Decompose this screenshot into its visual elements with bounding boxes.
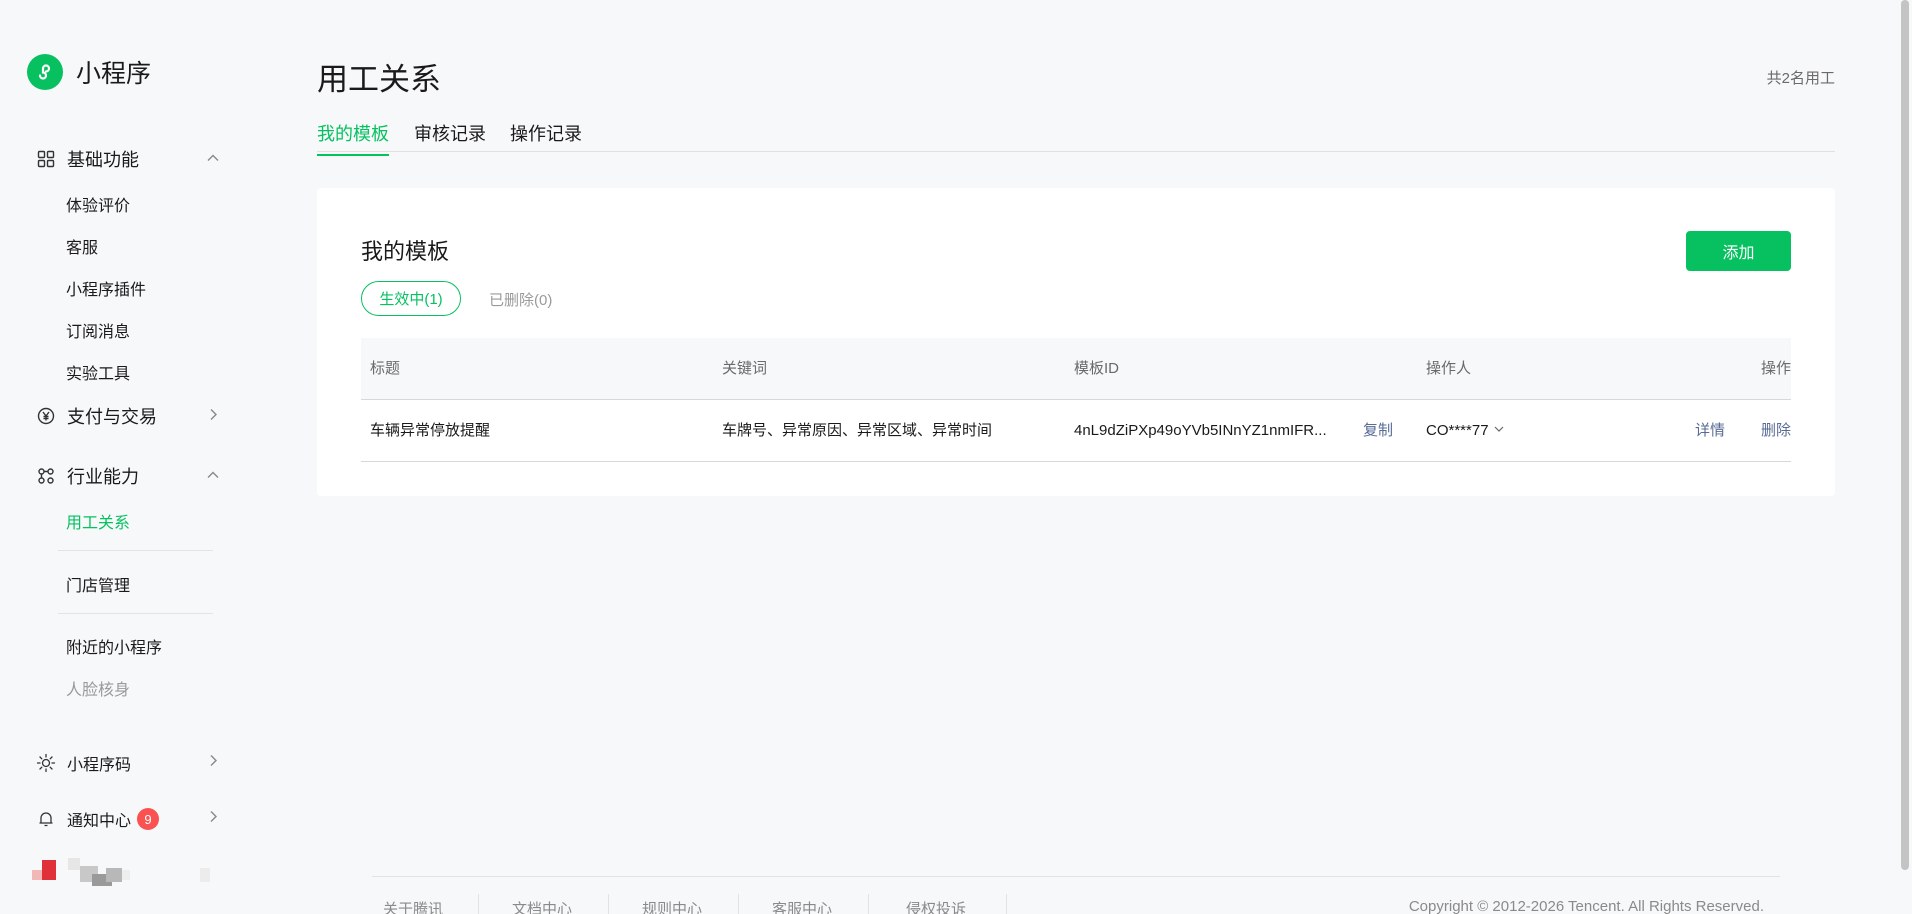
notification-badge: 9 [137,808,160,830]
sidebar-item-employment-relation[interactable]: 用工关系 [66,509,130,533]
sidebar-item-plugins[interactable]: 小程序插件 [66,276,146,300]
chevron-down-icon [1493,400,1505,462]
sidebar-item-store-management[interactable]: 门店管理 [66,572,130,596]
sidebar-item-experiment-tools[interactable]: 实验工具 [66,360,130,384]
divider [58,550,213,551]
column-header-title: 标题 [370,360,401,377]
app-logo[interactable]: 小程序 [27,54,151,90]
templates-card: 我的模板 添加 生效中(1) 已删除(0) 标题 关键词 模板ID 操作人 操作… [317,188,1835,496]
chevron-right-icon [206,810,220,829]
nav-group-payment[interactable]: 支付与交易 [35,403,220,429]
miniprogram-logo-icon [27,54,63,90]
footer-link-docs[interactable]: 文档中心 [512,898,572,914]
nav-group-label: 小程序码 [67,757,132,774]
nav-group-notifications[interactable]: 通知中心 9 [35,807,220,831]
delete-button[interactable]: 删除 [1761,400,1791,462]
nav-group-label: 通知中心 [67,813,132,830]
divider [1006,894,1007,914]
divider [738,894,739,914]
footer-link-complaint[interactable]: 侵权投诉 [906,898,966,914]
bell-icon [35,808,57,830]
page-title: 用工关系 [317,62,441,97]
grid-icon [35,148,57,170]
sidebar-item-customer-service[interactable]: 客服 [66,234,98,258]
sidebar-item-experience-review[interactable]: 体验评价 [66,192,130,216]
copy-button[interactable]: 复制 [1363,400,1393,462]
footer-divider [372,876,1780,877]
nav-group-label: 行业能力 [67,467,139,487]
nav-group-label: 基础功能 [67,150,139,170]
add-button[interactable]: 添加 [1686,231,1791,271]
filter-active[interactable]: 生效中(1) [361,281,461,316]
tab-my-templates[interactable]: 我的模板 [317,120,389,156]
copyright: Copyright © 2012-2026 Tencent. All Right… [1408,898,1764,914]
column-header-keywords: 关键词 [722,360,768,377]
scrollbar[interactable] [1901,0,1909,870]
app-name: 小程序 [76,60,152,88]
tab-operation-records[interactable]: 操作记录 [510,120,582,154]
row-operator: CO****77 [1426,422,1489,439]
footer-link-about[interactable]: 关于腾讯 [383,898,443,914]
nav-group-qrcode[interactable]: 小程序码 [35,751,220,775]
row-template-id: 4nL9dZiPXp49oYVb5INnYZ1nmIFR... [1074,422,1327,439]
filter-deleted[interactable]: 已删除(0) [489,289,552,310]
sidebar-item-nearby-miniprogram[interactable]: 附近的小程序 [66,634,162,658]
divider [608,894,609,914]
detail-button[interactable]: 详情 [1695,400,1725,462]
card-title: 我的模板 [361,239,450,264]
column-header-template-id: 模板ID [1074,360,1120,377]
templates-table: 标题 关键词 模板ID 操作人 操作 车辆异常停放提醒 车牌号、异常原因、异常区… [361,338,1791,462]
chevron-up-icon [206,149,220,170]
divider [868,894,869,914]
sidebar: 小程序 基础功能 体验评价 客服 小程序插件 订阅消息 实验工具 支付与交易 行… [0,0,232,914]
nav-group-basic[interactable]: 基础功能 [35,146,220,172]
sidebar-item-face-verify[interactable]: 人脸核身 [66,676,130,700]
footer-link-rules[interactable]: 规则中心 [642,898,702,914]
chevron-up-icon [206,466,220,487]
industry-icon [35,465,57,487]
tab-review-records[interactable]: 审核记录 [414,120,486,154]
tab-bar: 我的模板 审核记录 操作记录 [317,120,1835,156]
divider [478,894,479,914]
column-header-actions: 操作 [1760,360,1791,377]
divider [58,613,213,614]
operator-dropdown[interactable]: CO****77 [1426,400,1505,462]
footer-link-service[interactable]: 客服中心 [772,898,832,914]
chevron-right-icon [206,754,220,773]
worker-count: 共2名用工 [1766,70,1835,87]
column-header-operator: 操作人 [1426,360,1472,377]
nav-group-label: 支付与交易 [67,407,157,427]
sun-icon [35,752,57,774]
row-keywords: 车牌号、异常原因、异常区域、异常时间 [722,422,993,439]
yen-icon [35,405,57,427]
chevron-right-icon [206,406,220,427]
table-row: 车辆异常停放提醒 车牌号、异常原因、异常区域、异常时间 4nL9dZiPXp49… [361,400,1791,462]
nav-group-industry[interactable]: 行业能力 [35,463,220,489]
row-title: 车辆异常停放提醒 [370,422,491,439]
account-avatar[interactable] [30,856,215,896]
sidebar-item-subscribe-message[interactable]: 订阅消息 [66,318,130,342]
table-header: 标题 关键词 模板ID 操作人 操作 [361,338,1791,400]
